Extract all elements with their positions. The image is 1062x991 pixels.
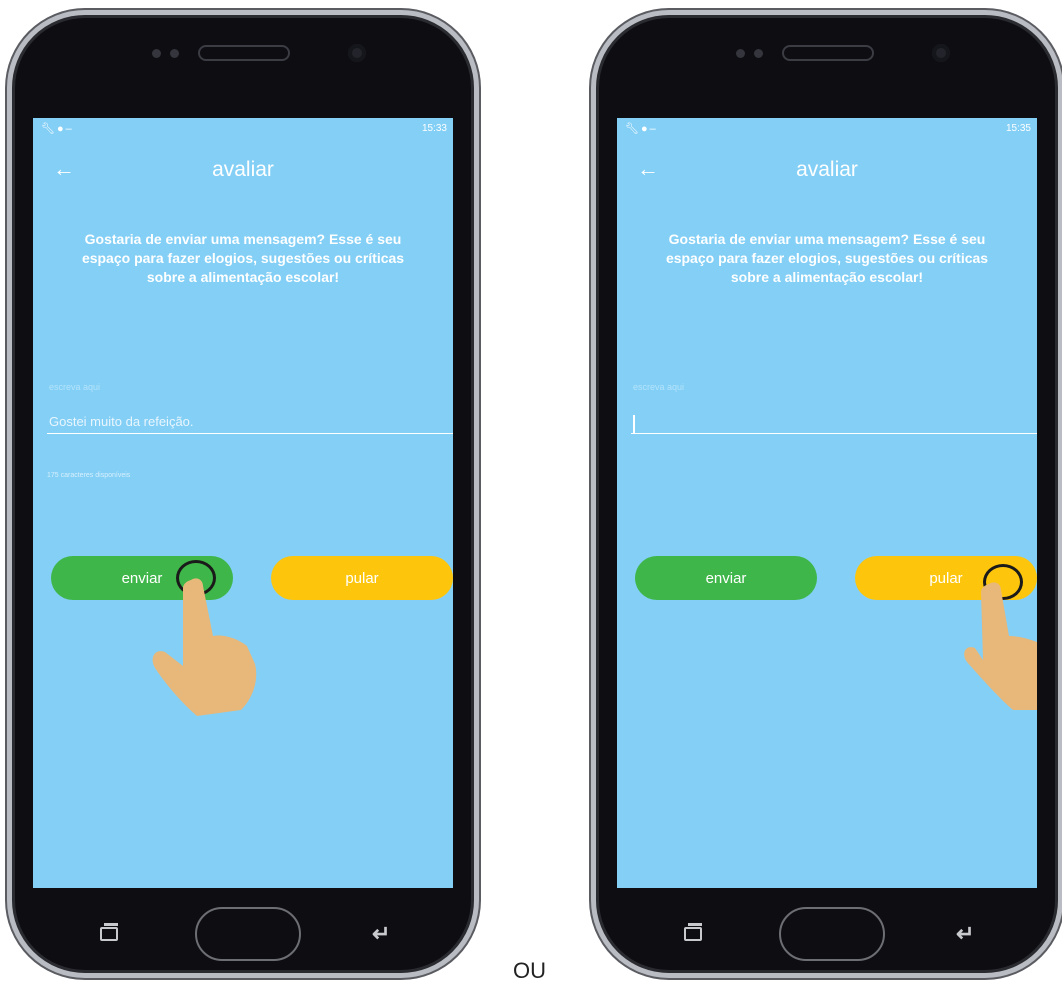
page-title: avaliar bbox=[212, 158, 274, 181]
char-counter: 175 caracteres disponíveis bbox=[47, 472, 131, 479]
status-time: 15:33 bbox=[421, 123, 447, 134]
phone-frame-right: 🔧︎●‒ 15:35 ← avaliar Gostaria de enviar … bbox=[591, 10, 1062, 978]
dash-icon: ‒ bbox=[649, 123, 658, 135]
message-field-label: escreva aqui bbox=[49, 382, 101, 392]
recent-apps-icon[interactable] bbox=[684, 923, 702, 941]
back-icon[interactable]: ↵ bbox=[372, 921, 390, 947]
app-screen: 🔧︎●‒ 15:35 ← avaliar Gostaria de enviar … bbox=[617, 118, 1037, 888]
hardware-nav-bar: ↵ bbox=[12, 903, 474, 963]
phone-frame-left: 🔧︎●‒ 15:33 ← avaliar Gostaria de enviar … bbox=[7, 10, 479, 978]
send-button[interactable]: enviar bbox=[635, 556, 817, 600]
message-prompt: Gostaria de enviar uma mensagem? Esse é … bbox=[81, 231, 405, 285]
status-bar: 🔧︎●‒ 15:35 bbox=[617, 118, 1037, 140]
wrench-icon: 🔧︎ bbox=[41, 123, 57, 135]
message-field-label: escreva aqui bbox=[633, 382, 685, 392]
status-time: 15:35 bbox=[1005, 123, 1031, 134]
notification-icon: ● bbox=[56, 123, 66, 135]
dash-icon: ‒ bbox=[65, 123, 74, 135]
home-button[interactable] bbox=[779, 907, 885, 961]
status-icons: 🔧︎●‒ bbox=[41, 122, 74, 135]
message-input[interactable] bbox=[47, 410, 453, 434]
sensor-dot bbox=[170, 49, 179, 58]
notification-icon: ● bbox=[640, 123, 650, 135]
back-icon[interactable]: ↵ bbox=[956, 921, 974, 947]
wrench-icon: 🔧︎ bbox=[625, 123, 641, 135]
page-title: avaliar bbox=[796, 158, 858, 181]
pointing-hand-icon bbox=[152, 578, 257, 716]
front-camera bbox=[932, 44, 950, 62]
status-icons: 🔧︎●‒ bbox=[625, 122, 658, 135]
hardware-nav-bar: ↵ bbox=[596, 903, 1058, 963]
message-input[interactable] bbox=[631, 410, 1037, 434]
app-screen: 🔧︎●‒ 15:33 ← avaliar Gostaria de enviar … bbox=[33, 118, 453, 888]
recent-apps-icon[interactable] bbox=[100, 923, 118, 941]
text-caret bbox=[633, 415, 635, 433]
earpiece-speaker bbox=[782, 45, 874, 61]
home-button[interactable] bbox=[195, 907, 301, 961]
sensor-dot bbox=[754, 49, 763, 58]
sensor-dot bbox=[152, 49, 161, 58]
front-camera bbox=[348, 44, 366, 62]
or-label: OU bbox=[513, 958, 546, 983]
message-prompt: Gostaria de enviar uma mensagem? Esse é … bbox=[665, 231, 989, 285]
pointing-hand-icon bbox=[964, 582, 1037, 710]
earpiece-speaker bbox=[198, 45, 290, 61]
status-bar: 🔧︎●‒ 15:33 bbox=[33, 118, 453, 140]
sensor-dot bbox=[736, 49, 745, 58]
